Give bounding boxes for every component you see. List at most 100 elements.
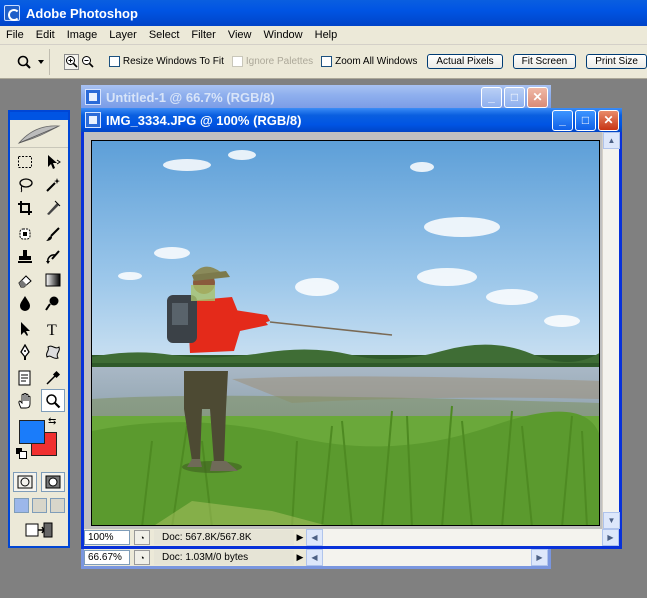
full-screen-menu-button[interactable] bbox=[31, 498, 47, 513]
scroll-left-button[interactable]: ◀ bbox=[306, 529, 323, 546]
gradient-icon[interactable] bbox=[41, 268, 65, 291]
maximize-button[interactable]: □ bbox=[575, 109, 596, 131]
zoom-out-button[interactable] bbox=[80, 54, 95, 70]
zoom-level-field[interactable]: 66.67% bbox=[84, 550, 130, 565]
status-menu-arrow[interactable]: ▶ bbox=[294, 552, 306, 563]
ignore-palettes-checkbox[interactable]: Ignore Palettes bbox=[231, 56, 314, 67]
screen-mode-icon bbox=[10, 498, 68, 513]
img-title: IMG_3334.JPG @ 100% (RGB/8) bbox=[106, 112, 302, 128]
slice-icon[interactable] bbox=[41, 196, 65, 219]
resize-windows-checkbox[interactable]: Resize Windows To Fit bbox=[108, 56, 224, 67]
pen-icon[interactable] bbox=[13, 340, 37, 363]
scroll-down-button[interactable]: ▼ bbox=[603, 512, 620, 529]
maximize-button[interactable]: □ bbox=[504, 86, 525, 108]
fit-screen-button[interactable]: Fit Screen bbox=[512, 54, 577, 69]
resize-windows-label: Resize Windows To Fit bbox=[122, 56, 224, 67]
healing-icon[interactable] bbox=[13, 222, 37, 245]
color-swatches: ⇆ bbox=[10, 416, 68, 468]
app-titlebar: Adobe Photoshop bbox=[0, 0, 647, 26]
menu-filter[interactable]: Filter bbox=[185, 29, 221, 41]
canvas-area[interactable] bbox=[84, 132, 602, 529]
app-title: Adobe Photoshop bbox=[26, 5, 138, 21]
actual-pixels-button[interactable]: Actual Pixels bbox=[427, 54, 503, 69]
untitled-status-bar: 66.67% ◔ Doc: 1.03M/0 bytes ▶ ◀ ▶ bbox=[84, 549, 548, 566]
svg-text:T: T bbox=[47, 322, 57, 337]
ignore-palettes-label: Ignore Palettes bbox=[245, 56, 314, 67]
menu-image[interactable]: Image bbox=[61, 29, 104, 41]
foreground-color-swatch[interactable] bbox=[19, 420, 45, 444]
scroll-right-button[interactable]: ▶ bbox=[602, 529, 619, 546]
menu-edit[interactable]: Edit bbox=[30, 29, 61, 41]
stamp-icon[interactable] bbox=[13, 245, 37, 268]
move-icon[interactable] bbox=[41, 150, 65, 173]
minimize-button[interactable]: _ bbox=[552, 109, 573, 131]
scroll-left-button[interactable]: ◀ bbox=[306, 549, 323, 566]
document-icon bbox=[85, 89, 101, 105]
feather-icon bbox=[17, 124, 61, 144]
doc-size: Doc: 567.8K/567.8K bbox=[154, 530, 294, 545]
marquee-icon[interactable] bbox=[13, 150, 37, 173]
crop-icon[interactable] bbox=[13, 196, 37, 219]
scroll-up-button[interactable]: ▲ bbox=[603, 132, 620, 149]
toolbox-header[interactable] bbox=[10, 120, 68, 148]
eyedropper-icon[interactable] bbox=[41, 366, 65, 389]
tool-preset-picker[interactable] bbox=[14, 48, 50, 75]
doc-size: Doc: 1.03M/0 bytes bbox=[154, 550, 294, 565]
default-colors-icon[interactable] bbox=[16, 448, 27, 459]
close-button[interactable]: ✕ bbox=[598, 109, 619, 131]
toolbox-grip[interactable] bbox=[10, 112, 68, 120]
lasso-icon[interactable] bbox=[13, 173, 37, 196]
menu-layer[interactable]: Layer bbox=[103, 29, 143, 41]
notes-icon[interactable] bbox=[13, 366, 37, 389]
zoom-level-field[interactable]: 100% bbox=[84, 530, 130, 545]
hand-icon[interactable] bbox=[13, 389, 37, 412]
type-icon[interactable]: T bbox=[41, 317, 65, 340]
print-size-button[interactable]: Print Size bbox=[586, 54, 647, 69]
menu-bar: File Edit Image Layer Select Filter View… bbox=[0, 26, 647, 45]
status-info-icon[interactable]: ◔ bbox=[134, 530, 150, 545]
untitled-title: Untitled-1 @ 66.7% (RGB/8) bbox=[106, 89, 275, 105]
scroll-right-button[interactable]: ▶ bbox=[531, 549, 548, 566]
brush-icon[interactable] bbox=[41, 222, 65, 245]
horizontal-scrollbar[interactable]: ◀ ▶ bbox=[306, 529, 619, 546]
path-select-icon[interactable] bbox=[13, 317, 37, 340]
jump-to-imageready-icon[interactable] bbox=[10, 521, 68, 539]
zoom-all-windows-checkbox[interactable]: Zoom All Windows bbox=[321, 56, 417, 67]
zoom-icon[interactable] bbox=[41, 389, 65, 412]
shape-icon[interactable] bbox=[41, 340, 65, 363]
eraser-icon[interactable] bbox=[13, 268, 37, 291]
document-window-img3334[interactable]: IMG_3334.JPG @ 100% (RGB/8) _ □ ✕ ▲ ▼ 10… bbox=[81, 108, 622, 549]
quick-mask-button[interactable] bbox=[41, 472, 65, 492]
vertical-scrollbar[interactable]: ▲ ▼ bbox=[602, 132, 620, 529]
standard-mode-button[interactable] bbox=[13, 472, 37, 492]
options-bar: Resize Windows To Fit Ignore Palettes Zo… bbox=[0, 45, 647, 79]
status-menu-arrow[interactable]: ▶ bbox=[294, 532, 306, 543]
history-brush-icon[interactable] bbox=[41, 245, 65, 268]
dodge-icon[interactable] bbox=[41, 291, 65, 314]
blur-icon[interactable] bbox=[13, 291, 37, 314]
document-image[interactable] bbox=[91, 140, 600, 526]
standard-screen-button[interactable] bbox=[13, 498, 29, 513]
minimize-button[interactable]: _ bbox=[481, 86, 502, 108]
zoom-in-button[interactable] bbox=[63, 53, 79, 70]
menu-select[interactable]: Select bbox=[143, 29, 186, 41]
menu-view[interactable]: View bbox=[222, 29, 258, 41]
untitled-titlebar[interactable]: Untitled-1 @ 66.7% (RGB/8) _ □ ✕ bbox=[81, 85, 551, 109]
quick-mask-icon bbox=[17, 475, 33, 489]
zoom-all-windows-label: Zoom All Windows bbox=[335, 56, 418, 67]
img-status-bar: 100% ◔ Doc: 567.8K/567.8K ▶ ◀ ▶ bbox=[84, 529, 619, 546]
img-titlebar[interactable]: IMG_3334.JPG @ 100% (RGB/8) _ □ ✕ bbox=[81, 108, 622, 132]
menu-help[interactable]: Help bbox=[309, 29, 344, 41]
swap-colors-icon[interactable]: ⇆ bbox=[48, 416, 56, 427]
zoom-tool-icon bbox=[18, 55, 45, 69]
menu-file[interactable]: File bbox=[0, 29, 30, 41]
magic-wand-icon[interactable] bbox=[41, 173, 65, 196]
document-icon bbox=[85, 112, 101, 128]
menu-window[interactable]: Window bbox=[258, 29, 309, 41]
full-screen-button[interactable] bbox=[49, 498, 65, 513]
horizontal-scrollbar[interactable]: ◀ ▶ bbox=[306, 549, 548, 566]
status-info-icon[interactable]: ◔ bbox=[134, 550, 150, 565]
toolbox: T ⇆ bbox=[8, 110, 70, 548]
photoshop-icon bbox=[4, 5, 20, 21]
close-button[interactable]: ✕ bbox=[527, 86, 548, 108]
